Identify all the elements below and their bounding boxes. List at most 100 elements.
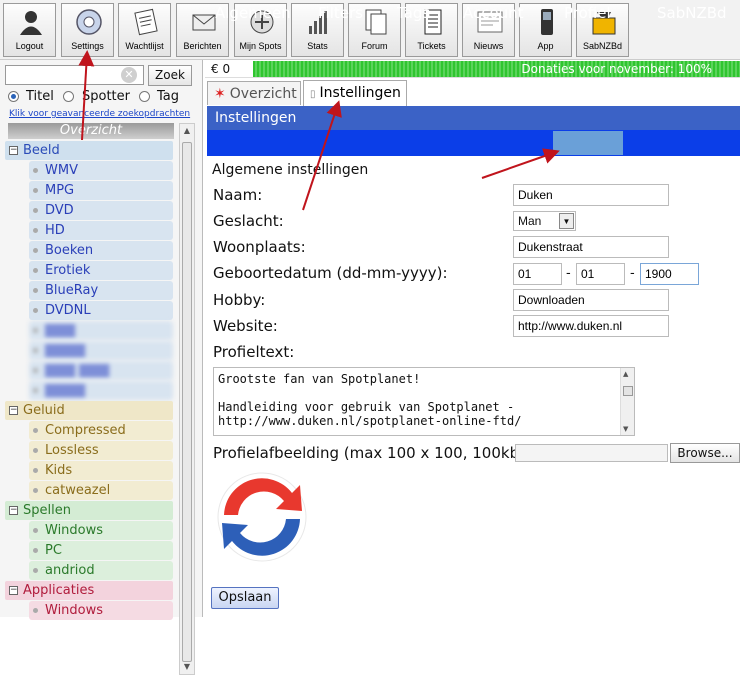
file-path-field[interactable] xyxy=(515,444,668,462)
bullet-icon xyxy=(33,568,38,573)
sidebar-item-kids[interactable]: Kids xyxy=(29,461,173,480)
category-applicaties[interactable]: − Applicaties xyxy=(5,581,173,600)
geslacht-select[interactable]: Man ▼ xyxy=(513,211,576,231)
tab-tags[interactable]: Tags xyxy=(397,0,430,26)
sidebar: ✕ Zoek Titel Spotter Tag Klik voor geava… xyxy=(0,60,203,675)
collapse-icon[interactable]: − xyxy=(9,586,18,595)
category-spellen[interactable]: − Spellen xyxy=(5,501,173,520)
bullet-icon xyxy=(33,188,38,193)
tab-overzicht-label: Overzicht xyxy=(229,86,297,102)
scroll-up-icon[interactable]: ▲ xyxy=(180,124,194,138)
radio-titel[interactable] xyxy=(8,91,19,102)
balance-text: € 0 xyxy=(211,62,231,76)
birth-month-field[interactable] xyxy=(576,263,625,285)
toolbar-button-label: Wachtlijst xyxy=(125,41,164,51)
tab-sabnzbd[interactable]: SabNZBd xyxy=(657,0,727,26)
sidebar-item-hd[interactable]: HD xyxy=(29,221,173,240)
item-label: Windows xyxy=(45,603,104,618)
sidebar-item-dvdnl[interactable]: DVDNL xyxy=(29,301,173,320)
tab-filters[interactable]: Filters xyxy=(318,0,363,26)
sidebar-item-blurred[interactable]: ▇▇▇▇ xyxy=(29,381,173,400)
tab-profiel[interactable]: Profiel xyxy=(564,0,611,26)
textarea-scrollbar[interactable]: ▲ ▼ xyxy=(620,368,634,435)
sidebar-item-pc[interactable]: PC xyxy=(29,541,173,560)
sidebar-item-blurred[interactable]: ▇▇▇ xyxy=(29,321,173,340)
profielafbeelding-label: Profielafbeelding (max 100 x 100, 100kb)… xyxy=(213,444,530,462)
tab-instellingen[interactable]: ▯ Instellingen xyxy=(303,80,407,106)
collapse-icon[interactable]: − xyxy=(9,406,18,415)
chevron-down-icon[interactable]: ▼ xyxy=(559,213,574,229)
scrollbar-thumb[interactable] xyxy=(182,142,192,662)
hobby-field[interactable] xyxy=(513,289,669,311)
radio-spotter[interactable] xyxy=(63,91,74,102)
subnav-active-highlight xyxy=(553,131,623,155)
sidebar-item-compressed[interactable]: Compressed xyxy=(29,421,173,440)
sidebar-item-windows-apps[interactable]: Windows xyxy=(29,601,173,620)
save-button[interactable]: Opslaan xyxy=(211,587,279,609)
sidebar-item-lossless[interactable]: Lossless xyxy=(29,441,173,460)
toolbar-button-label: Stats xyxy=(307,41,328,51)
naam-field[interactable] xyxy=(513,184,669,206)
sidebar-item-blueray[interactable]: BlueRay xyxy=(29,281,173,300)
scroll-up-icon[interactable]: ▲ xyxy=(623,370,628,378)
clear-search-icon[interactable]: ✕ xyxy=(121,67,137,83)
sidebar-item-windows-games[interactable]: Windows xyxy=(29,521,173,540)
radio-titel-label: Titel xyxy=(26,89,54,104)
item-label: DVDNL xyxy=(45,303,91,318)
sidebar-item-mpg[interactable]: MPG xyxy=(29,181,173,200)
tab-overzicht[interactable]: ✶ Overzicht xyxy=(207,81,301,105)
category-label: Spellen xyxy=(23,503,71,518)
category-label: Applicaties xyxy=(23,583,95,598)
sidebar-header-overzicht[interactable]: Overzicht xyxy=(8,123,174,139)
bullet-icon xyxy=(33,208,38,213)
tab-account[interactable]: Account xyxy=(463,0,524,26)
search-button[interactable]: Zoek xyxy=(148,65,192,86)
sidebar-item-andriod[interactable]: andriod xyxy=(29,561,173,580)
toolbar-button-label: Logout xyxy=(15,41,44,51)
profieltext-area[interactable]: Grootste fan van Spotplanet! Handleiding… xyxy=(213,367,635,436)
sidebar-item-blurred[interactable]: ▇▇▇ ▇▇▇ xyxy=(29,361,173,380)
hobby-label: Hobby: xyxy=(213,291,266,309)
category-geluid[interactable]: − Geluid xyxy=(5,401,173,420)
collapse-icon[interactable]: − xyxy=(9,146,18,155)
item-label: Kids xyxy=(45,463,73,478)
woonplaats-label: Woonplaats: xyxy=(213,238,306,256)
sidebar-item-catweazel[interactable]: catweazel xyxy=(29,481,173,500)
birth-day-field[interactable] xyxy=(513,263,562,285)
scroll-down-icon[interactable]: ▼ xyxy=(623,425,628,433)
sidebar-item-boeken[interactable]: Boeken xyxy=(29,241,173,260)
geslacht-label: Geslacht: xyxy=(213,212,284,230)
toolbar-button-settings[interactable]: Settings xyxy=(61,3,114,57)
toolbar-button-logout[interactable]: Logout xyxy=(3,3,56,57)
naam-label: Naam: xyxy=(213,186,263,204)
advanced-search-link[interactable]: Klik voor geavanceerde zoekopdrachten xyxy=(9,109,190,119)
radio-tag-label: Tag xyxy=(157,89,180,104)
bullet-icon xyxy=(33,228,38,233)
bullet-icon xyxy=(33,308,38,313)
scroll-down-icon[interactable]: ▼ xyxy=(180,660,194,674)
profieltext-label: Profieltext: xyxy=(213,343,295,361)
toolbar-button-wachtlijst[interactable]: Wachtlijst xyxy=(118,3,171,57)
radio-tag[interactable] xyxy=(139,91,150,102)
bullet-icon xyxy=(33,428,38,433)
tab-instellingen-label: Instellingen xyxy=(319,85,401,101)
section-title: Algemene instellingen xyxy=(212,162,369,178)
woonplaats-field[interactable] xyxy=(513,236,669,258)
tab-algemeen[interactable]: Algemeen xyxy=(215,0,291,26)
item-label: DVD xyxy=(45,203,74,218)
collapse-icon[interactable]: − xyxy=(9,506,18,515)
sidebar-item-dvd[interactable]: DVD xyxy=(29,201,173,220)
birth-year-field[interactable] xyxy=(640,263,699,285)
website-field[interactable] xyxy=(513,315,669,337)
page-icon: ▯ xyxy=(310,89,316,100)
website-label: Website: xyxy=(213,317,278,335)
sidebar-item-blurred[interactable]: ▇▇▇▇ xyxy=(29,341,173,360)
scrollbar-thumb[interactable] xyxy=(623,386,633,396)
sidebar-scrollbar[interactable]: ▲ ▼ xyxy=(179,123,195,675)
bullet-icon xyxy=(33,468,38,473)
category-beeld[interactable]: − Beeld xyxy=(5,141,173,160)
sidebar-item-wmv[interactable]: WMV xyxy=(29,161,173,180)
item-label: Boeken xyxy=(45,243,94,258)
sidebar-item-erotiek[interactable]: Erotiek xyxy=(29,261,173,280)
browse-button[interactable]: Browse... xyxy=(670,443,740,463)
